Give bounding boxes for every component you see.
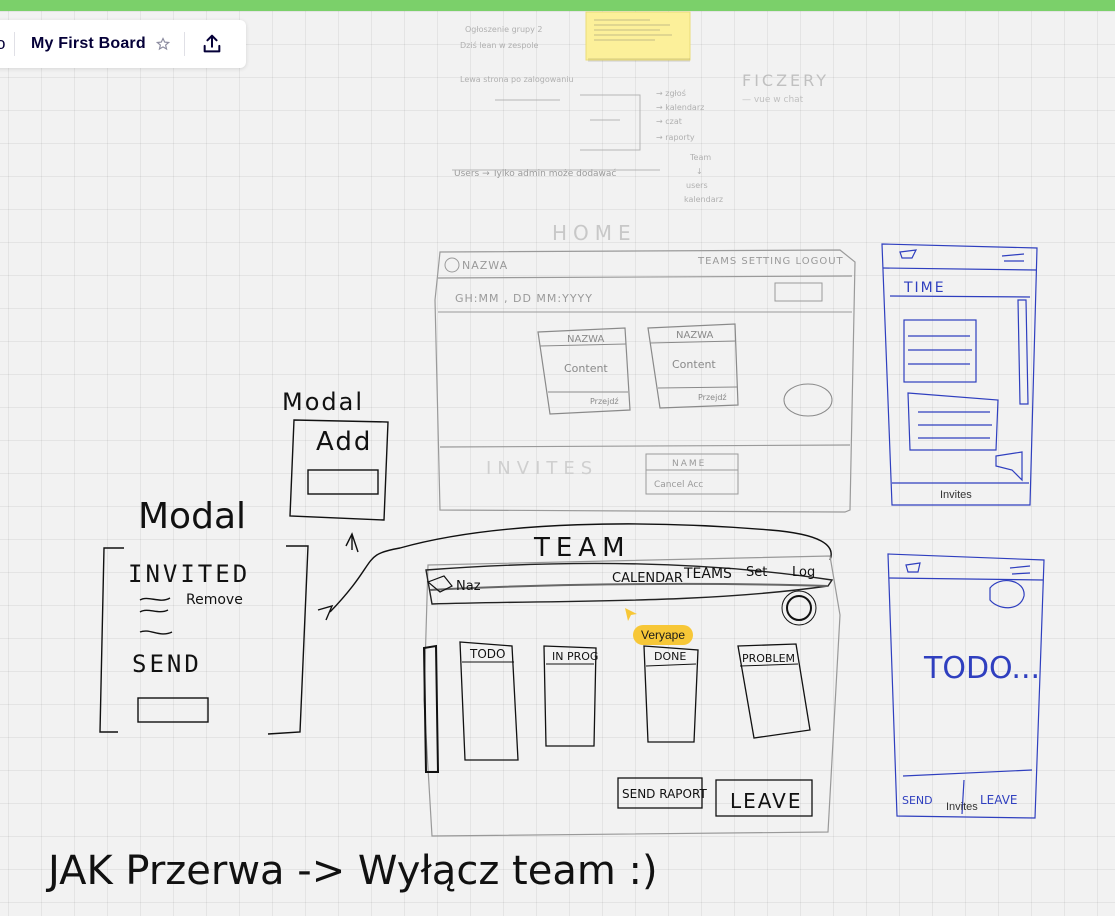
team-send-raport: SEND RAPORT: [622, 787, 707, 801]
team-nav-calendar: CALENDAR: [612, 571, 683, 586]
svg-text:→ czat: → czat: [656, 117, 682, 126]
mobile-home-title: TIME: [903, 280, 946, 296]
home-date: GH:MM , DD MM:YYYY: [455, 292, 593, 305]
home-title: HOME: [552, 221, 637, 245]
team-leave: LEAVE: [730, 789, 803, 813]
modal-invited-remove: Remove: [186, 592, 243, 608]
team-col-problem: PROBLEM: [742, 652, 795, 665]
svg-text:→ zgłoś: → zgłoś: [656, 88, 686, 98]
flow-diagram: [452, 94, 660, 171]
svg-text:→ raporty: → raporty: [656, 133, 695, 142]
home-wireframe: NAZWA TEAMS SETTING LOGOUT GH:MM , DD MM…: [434, 249, 856, 513]
card1-footer: Przejdź: [590, 397, 619, 406]
team-col-done: DONE: [654, 650, 686, 663]
modal-add-sketch: Modal Add: [282, 388, 389, 553]
modal-add-title: Modal: [282, 388, 364, 416]
team-nav-teams: TEAMS: [683, 566, 732, 582]
svg-text:Team: Team: [689, 153, 711, 162]
team-wireframe: TEAM Naz CALENDAR TEAMS Set Log TODO IN …: [422, 533, 841, 837]
ficzery-label: FICZERY: [742, 71, 829, 90]
star-icon[interactable]: [155, 36, 171, 52]
modal-invited-sketch: Modal INVITED Remove SEND: [99, 496, 309, 735]
name-box-label: NAME: [672, 459, 706, 469]
card1-content: Content: [564, 362, 608, 375]
mobile-home-footer: Invites: [940, 489, 972, 501]
modal-invited-send: SEND: [132, 650, 202, 678]
team-logo: Naz: [456, 579, 481, 594]
mobile-team-leave: LEAVE: [980, 793, 1018, 807]
card2-title: NAZWA: [676, 330, 714, 341]
flow-right-labels: → zgłoś → kalendarz → czat → raporty Tea…: [656, 88, 723, 204]
bottom-note: JAK Przerwa -> Wyłącz team :): [45, 848, 658, 894]
toolbar-divider: [14, 32, 15, 56]
svg-text:users: users: [686, 181, 708, 190]
export-icon[interactable]: [200, 32, 224, 56]
card1-title: NAZWA: [567, 334, 605, 345]
modal-invited-title: Modal: [138, 496, 246, 537]
collaborator-cursor-icon: [624, 607, 638, 628]
modal-invited-heading: INVITED: [128, 560, 250, 588]
name-box-actions: Cancel Acc: [654, 480, 703, 490]
team-nav-set: Set: [746, 565, 767, 580]
back-glyph[interactable]: o: [0, 34, 6, 54]
note-line-4: Lewa strona po zalogowaniu: [460, 75, 574, 84]
svg-text:→ kalendarz: → kalendarz: [656, 103, 704, 112]
mobile-team-footer: Invites: [946, 801, 978, 813]
ficzery-sub: — vue w chat: [742, 95, 804, 105]
board-toolbar: o My First Board: [0, 20, 246, 68]
home-logo: NAZWA: [462, 259, 508, 272]
note-line-1: Ogłoszenie grupy 2: [465, 25, 542, 34]
team-col-inprog: IN PROG: [552, 650, 598, 663]
home-nav: TEAMS SETTING LOGOUT: [697, 256, 844, 267]
svg-text:kalendarz: kalendarz: [684, 195, 723, 204]
board-title[interactable]: My First Board: [31, 35, 146, 53]
mobile-team-title: TODO...: [923, 651, 1040, 686]
card2-footer: Przejdź: [698, 393, 727, 402]
svg-text:↓: ↓: [696, 167, 703, 176]
mobile-team-send: SEND: [902, 794, 933, 807]
toolbar-divider: [183, 32, 185, 56]
team-nav-log: Log: [792, 565, 815, 580]
whiteboard-canvas[interactable]: Ogłoszenie grupy 2 Dziś lean w zespole L…: [0, 0, 1115, 916]
team-col-todo: TODO: [469, 647, 505, 661]
link-arrow: [317, 604, 334, 621]
mobile-team-wireframe: [887, 553, 1045, 819]
collaborator-cursor-label: Veryape: [633, 625, 694, 645]
invites-label: INVITES: [486, 458, 598, 479]
team-title: TEAM: [533, 533, 631, 563]
modal-add-label: Add: [316, 427, 372, 457]
sticky-note[interactable]: [585, 11, 691, 62]
note-line-2: Dziś lean w zespole: [460, 40, 539, 50]
card2-content: Content: [672, 358, 716, 371]
